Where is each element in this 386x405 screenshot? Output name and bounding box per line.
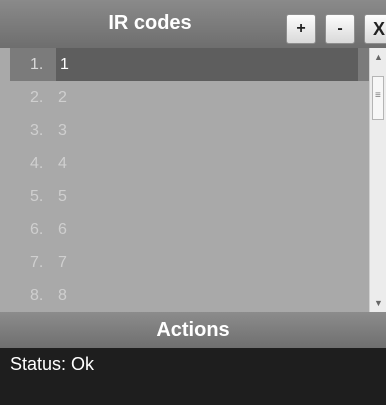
actions-header: Actions <box>0 312 386 348</box>
list-item[interactable]: 8. 8 <box>10 279 369 312</box>
scroll-thumb[interactable]: ≡ <box>372 76 384 120</box>
list-item[interactable]: 2. 2 <box>10 81 369 114</box>
grip-icon: ≡ <box>375 90 381 101</box>
list-item-index: 6. <box>30 221 44 238</box>
list-item-index: 5. <box>30 188 44 205</box>
list-item-index: 1. <box>30 56 44 73</box>
list-gutter <box>0 48 10 312</box>
list-item-index: 2. <box>30 89 44 106</box>
scroll-down-icon[interactable]: ▼ <box>374 298 383 308</box>
list-item-value: 6 <box>58 221 67 238</box>
scroll-up-icon[interactable]: ▲ <box>374 52 383 62</box>
list-item-index: 7. <box>30 254 44 271</box>
list-item-value: 4 <box>58 155 67 172</box>
list-item-value: 2 <box>58 89 67 106</box>
list-item[interactable]: 7. 7 <box>10 246 369 279</box>
remove-button[interactable]: - <box>325 14 355 44</box>
list-item-index: 8. <box>30 287 44 304</box>
list-item-index: 3. <box>30 122 44 139</box>
list-item-value: 7 <box>58 254 67 271</box>
list-item[interactable]: 6. 6 <box>10 213 369 246</box>
list-item[interactable]: 5. 5 <box>10 180 369 213</box>
status-text: Status: Ok <box>10 354 95 374</box>
ir-codes-list[interactable]: 1. 1 2. 2 3. 3 4. 4 5. 5 6. 6 7. 7 8. 8 <box>10 48 369 312</box>
list-item[interactable]: 4. 4 <box>10 147 369 180</box>
list-scrollbar[interactable]: ▲ ≡ ▼ <box>369 48 386 312</box>
list-item-value[interactable]: 1 <box>56 48 358 81</box>
list-item[interactable]: 3. 3 <box>10 114 369 147</box>
list-item-value: 5 <box>58 188 67 205</box>
list-item[interactable]: 1. 1 <box>10 48 369 81</box>
list-item-value: 8 <box>58 287 67 304</box>
close-button[interactable]: X <box>364 14 386 44</box>
add-button[interactable]: + <box>286 14 316 44</box>
ir-codes-header: IR codes + - X <box>0 0 386 48</box>
list-item-value: 3 <box>58 122 67 139</box>
list-item-index: 4. <box>30 155 44 172</box>
panel-title: IR codes <box>108 12 192 34</box>
ir-codes-panel: IR codes + - X 1. 1 2. 2 3. 3 4. 4 5. 5 … <box>0 0 386 405</box>
